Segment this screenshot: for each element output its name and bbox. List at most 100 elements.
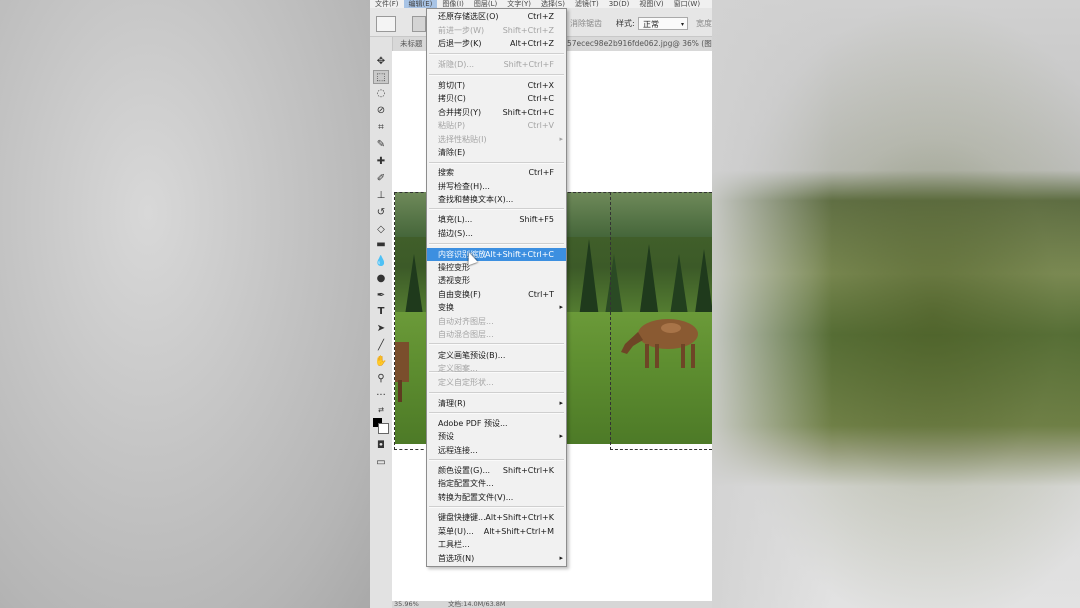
menu-layer[interactable]: 图层(L) <box>469 0 502 8</box>
menu-file[interactable]: 文件(F) <box>370 0 404 8</box>
menu-item-adobe-pdf-presets[interactable]: Adobe PDF 预设... <box>427 417 566 430</box>
menu-item-puppet-warp[interactable]: 操控变形 <box>427 261 566 274</box>
eraser-icon[interactable]: ◇ <box>373 223 389 237</box>
menu-item-content-aware-scale[interactable]: 内容识别缩放 Alt+Shift+Ctrl+C <box>427 248 566 261</box>
menu-type[interactable]: 文字(Y) <box>502 0 536 8</box>
tab-untitled[interactable]: 未标题 <box>400 37 423 51</box>
submenu-arrow-icon: ▸ <box>559 432 563 440</box>
more-icon[interactable]: ··· <box>373 389 389 403</box>
style-label: 样式: <box>616 19 635 28</box>
menu-item-label: 颜色设置(G)... <box>438 466 491 475</box>
menu-image[interactable]: 图像(I) <box>437 0 469 8</box>
menu-item-shortcut: Ctrl+Z <box>527 12 554 21</box>
cow-image <box>621 319 698 368</box>
menu-item-assign-profile[interactable]: 指定配置文件... <box>427 477 566 490</box>
menu-item-perspective-warp[interactable]: 透视变形 <box>427 274 566 287</box>
eyedropper-icon[interactable]: ✎ <box>373 138 389 152</box>
menu-item-paste: 粘贴(P) Ctrl+V <box>427 119 566 132</box>
menu-item-undo[interactable]: 还原存储选区(O) Ctrl+Z <box>427 10 566 23</box>
menu-item-fade: 渐隐(D)... Shift+Ctrl+F <box>427 58 566 71</box>
menu-item-search[interactable]: 搜索 Ctrl+F <box>427 166 566 179</box>
menu-item-menus[interactable]: 菜单(U)... Alt+Shift+Ctrl+M <box>427 525 566 538</box>
menu-view[interactable]: 视图(V) <box>634 0 668 8</box>
menu-separator <box>429 459 564 461</box>
menu-item-label: 转换为配置文件(V)... <box>438 493 514 502</box>
path-select-icon[interactable]: ➤ <box>373 322 389 336</box>
screen-mode-icon[interactable]: ▭ <box>373 456 389 470</box>
blur-icon[interactable]: 💧 <box>373 255 389 269</box>
menu-item-keyboard-shortcuts[interactable]: 键盘快捷键... Alt+Shift+Ctrl+K <box>427 511 566 524</box>
menu-item-free-transform[interactable]: 自由变换(F) Ctrl+T <box>427 288 566 301</box>
swap-colors-icon[interactable]: ⇄ <box>373 403 389 417</box>
quick-mask-icon[interactable]: ◘ <box>373 439 389 453</box>
menu-item-find-replace[interactable]: 查找和替换文本(X)... <box>427 193 566 206</box>
menu-separator <box>429 412 564 414</box>
selection-marquee-inner <box>610 192 611 450</box>
menu-item-shortcut: Shift+Ctrl+C <box>502 108 554 117</box>
menu-item-auto-blend-layers: 自动混合图层... <box>427 328 566 341</box>
menu-item-transform[interactable]: 变换 ▸ <box>427 301 566 314</box>
menu-edit[interactable]: 编辑(E) <box>403 0 438 8</box>
menu-item-label: 描边(S)... <box>438 229 473 238</box>
history-brush-icon[interactable]: ↺ <box>373 206 389 220</box>
submenu-arrow-icon: ▸ <box>559 303 563 311</box>
menu-item-copy[interactable]: 拷贝(C) Ctrl+C <box>427 92 566 105</box>
menu-item-label: 首选项(N) <box>438 554 475 563</box>
menu-item-copy-merged[interactable]: 合并拷贝(Y) Shift+Ctrl+C <box>427 106 566 119</box>
menu-separator <box>429 53 564 55</box>
menu-item-presets[interactable]: 预设 ▸ <box>427 430 566 443</box>
menu-item-convert-profile[interactable]: 转换为配置文件(V)... <box>427 491 566 504</box>
zoom-icon[interactable]: ⚲ <box>373 372 389 386</box>
menu-item-color-settings[interactable]: 颜色设置(G)... Shift+Ctrl+K <box>427 464 566 477</box>
lasso-icon[interactable]: ◌ <box>373 87 389 101</box>
move-icon[interactable]: ✥ <box>373 55 389 69</box>
new-selection-icon[interactable] <box>412 16 426 32</box>
style-select[interactable]: 正常 ▾ <box>638 17 688 30</box>
marquee-preset-icon[interactable] <box>376 16 396 32</box>
menu-separator <box>429 74 564 76</box>
hand-icon[interactable]: ✋ <box>373 355 389 369</box>
gradient-icon[interactable]: ▬ <box>373 238 389 252</box>
type-icon[interactable]: T <box>373 305 389 319</box>
menu-item-spell-check[interactable]: 拼写检查(H)... <box>427 180 566 193</box>
healing-icon[interactable]: ✚ <box>373 155 389 169</box>
menu-item-stroke[interactable]: 描边(S)... <box>427 227 566 240</box>
line-icon[interactable]: ╱ <box>373 339 389 353</box>
anti-alias-label: 消除锯齿 <box>570 19 602 28</box>
menu-item-clear[interactable]: 清除(E) <box>427 146 566 159</box>
zoom-level[interactable]: 35.96% <box>394 601 419 608</box>
menu-item-shortcut: Alt+Shift+Ctrl+C <box>485 250 554 259</box>
menu-item-label: 工具栏... <box>438 540 470 549</box>
menu-separator <box>429 392 564 394</box>
menu-item-label: 拼写检查(H)... <box>438 182 490 191</box>
menu-item-remote-connections[interactable]: 远程连接... <box>427 444 566 457</box>
menu-item-label: 选择性粘贴(I) <box>438 135 487 144</box>
width-label: 宽度 <box>696 19 712 28</box>
marquee-icon[interactable]: ⬚ <box>373 70 389 84</box>
selection-marquee-bottom-right <box>610 449 712 450</box>
menu-item-label: 还原存储选区(O) <box>438 12 499 21</box>
dodge-icon[interactable]: ● <box>373 272 389 286</box>
menu-window[interactable]: 窗口(W) <box>669 0 705 8</box>
menu-item-preferences[interactable]: 首选项(N) ▸ <box>427 552 566 565</box>
menu-item-purge[interactable]: 清理(R) ▸ <box>427 397 566 410</box>
menu-item-label: 预设 <box>438 432 454 441</box>
cow-partial-image <box>395 342 409 402</box>
selection-marquee-top-right <box>568 192 712 193</box>
menu-item-fill[interactable]: 填充(L)... Shift+F5 <box>427 213 566 226</box>
brush-icon[interactable]: ✐ <box>373 172 389 186</box>
quick-select-icon[interactable]: ⊘ <box>373 104 389 118</box>
menu-3d[interactable]: 3D(D) <box>604 0 635 8</box>
menu-item-define-brush[interactable]: 定义画笔预设(B)... <box>427 349 566 362</box>
stamp-icon[interactable]: ⊥ <box>373 189 389 203</box>
menu-item-cut[interactable]: 剪切(T) Ctrl+X <box>427 79 566 92</box>
style-value: 正常 <box>643 20 659 29</box>
pen-icon[interactable]: ✒ <box>373 289 389 303</box>
menu-item-toolbar[interactable]: 工具栏... <box>427 538 566 551</box>
tab-active-document[interactable]: 57ecec98e2b916fde062.jpg@ 36% (图层 1 <box>567 37 712 51</box>
crop-icon[interactable]: ⌗ <box>373 121 389 135</box>
menu-select[interactable]: 选择(S) <box>536 0 570 8</box>
menu-filter[interactable]: 滤镜(T) <box>570 0 604 8</box>
background-color-swatch[interactable] <box>378 423 389 434</box>
menu-item-step-backward[interactable]: 后退一步(K) Alt+Ctrl+Z <box>427 37 566 50</box>
